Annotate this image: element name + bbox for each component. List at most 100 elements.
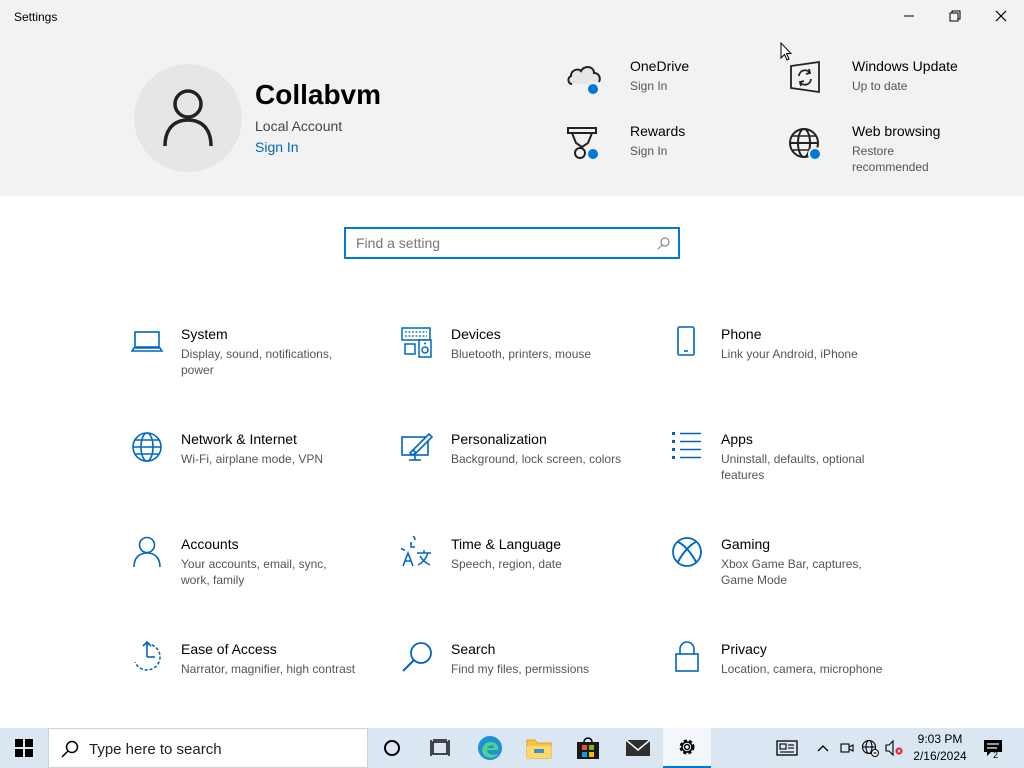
clock-date: 2/16/2024	[913, 749, 967, 763]
camera-icon	[840, 743, 854, 753]
taskbar-clock[interactable]: 9:03 PM 2/16/2024	[904, 731, 976, 765]
category-system[interactable]: System Display, sound, notifications, po…	[131, 326, 371, 396]
phone-icon	[677, 326, 695, 356]
edge-browser-icon	[478, 736, 502, 760]
category-devices[interactable]: Devices Bluetooth, printers, mouse	[401, 326, 641, 396]
category-description: Location, camera, microphone	[721, 662, 883, 676]
category-description: Find my files, permissions	[451, 662, 590, 676]
show-hidden-icons-button[interactable]	[813, 728, 833, 768]
news-widget-button[interactable]	[772, 728, 802, 768]
time-language-icon	[401, 536, 431, 567]
cortana-circle-icon	[384, 740, 400, 756]
category-description: Bluetooth, printers, mouse	[451, 347, 592, 361]
window-title: Settings	[14, 10, 58, 24]
settings-app-button[interactable]	[663, 728, 711, 768]
windows-logo-icon	[15, 739, 33, 757]
chevron-up-icon	[817, 745, 829, 752]
status-badge	[586, 82, 600, 96]
restore-button[interactable]	[932, 0, 978, 32]
file-explorer-button[interactable]	[515, 728, 563, 768]
category-title: Search	[451, 641, 496, 657]
category-description: Wi-Fi, airplane mode, VPN	[181, 452, 324, 466]
quick-item-title: Windows Update	[852, 58, 958, 74]
category-title: Accounts	[181, 536, 239, 552]
category-title: Network & Internet	[181, 431, 297, 447]
quick-item-subtitle: Up to date	[852, 79, 908, 93]
category-description: Link your Android, iPhone	[721, 347, 858, 361]
ease-of-access-icon	[134, 641, 161, 671]
category-title: Gaming	[721, 536, 771, 552]
quick-item-subtitle: Sign In	[630, 79, 668, 93]
category-ease-of-access[interactable]: Ease of Access Narrator, magnifier, high…	[131, 641, 371, 711]
user-name: Collabvm	[255, 79, 382, 110]
laptop-icon	[131, 331, 163, 352]
category-description: Xbox Game Bar, captures, Game Mode	[721, 557, 862, 587]
store-app-button[interactable]	[564, 728, 612, 768]
web-browsing-item[interactable]: Web browsing Restore recommended	[788, 123, 988, 179]
quick-item-subtitle: Restore recommended	[852, 144, 929, 174]
search-input[interactable]	[346, 235, 646, 251]
status-badge	[808, 147, 822, 161]
category-description: Uninstall, defaults, optional features	[721, 452, 865, 482]
news-icon	[776, 740, 798, 756]
volume-button[interactable]	[884, 728, 904, 768]
start-button[interactable]	[0, 728, 48, 768]
category-description: Narrator, magnifier, high contrast	[181, 662, 356, 676]
keyboard-speaker-icon	[401, 327, 432, 358]
search-icon[interactable]	[657, 237, 670, 250]
close-icon	[995, 10, 1007, 22]
onedrive-item[interactable]: OneDrive Sign In	[566, 58, 746, 102]
category-time-language[interactable]: Time & Language Speech, region, date	[401, 536, 641, 606]
account-type: Local Account	[255, 118, 343, 134]
category-apps[interactable]: Apps Uninstall, defaults, optional featu…	[671, 431, 911, 501]
cortana-button[interactable]	[368, 728, 416, 768]
category-title: System	[181, 326, 228, 342]
person-icon	[163, 89, 213, 147]
minimize-button[interactable]	[886, 0, 932, 32]
folder-icon	[526, 739, 552, 759]
category-title: Apps	[721, 431, 753, 447]
taskbar-search-box[interactable]: Type here to search	[48, 728, 368, 768]
mail-app-button[interactable]	[614, 728, 662, 768]
category-accounts[interactable]: Accounts Your accounts, email, sync, wor…	[131, 536, 371, 606]
category-title: Time & Language	[451, 536, 561, 552]
app-list-icon	[672, 432, 701, 459]
taskbar-search-text: Type here to search	[89, 741, 222, 758]
settings-search-box[interactable]	[344, 227, 680, 259]
lock-icon	[675, 641, 699, 672]
gear-icon	[679, 739, 695, 755]
edge-app-button[interactable]	[466, 728, 514, 768]
category-gaming[interactable]: Gaming Xbox Game Bar, captures, Game Mod…	[671, 536, 911, 606]
tray-meet-button[interactable]	[838, 728, 856, 768]
mouse-cursor-icon	[780, 42, 792, 61]
close-button[interactable]	[978, 0, 1024, 32]
category-search[interactable]: Search Find my files, permissions	[401, 641, 641, 711]
quick-item-title: Web browsing	[852, 123, 941, 139]
category-description: Speech, region, date	[451, 557, 562, 571]
notification-center-button[interactable]	[980, 728, 1006, 768]
status-badge	[586, 147, 600, 161]
minimize-icon	[904, 15, 914, 17]
quick-item-title: Rewards	[630, 123, 686, 139]
category-privacy[interactable]: Privacy Location, camera, microphone	[671, 641, 911, 711]
sign-in-link[interactable]: Sign In	[255, 139, 299, 155]
windows-update-item[interactable]: Windows Update Up to date	[788, 58, 988, 102]
category-title: Ease of Access	[181, 641, 277, 657]
network-globe-icon	[861, 739, 879, 757]
category-title: Privacy	[721, 641, 767, 657]
category-title: Phone	[721, 326, 762, 342]
category-personalization[interactable]: Personalization Background, lock screen,…	[401, 431, 641, 501]
magnifier-icon	[402, 642, 432, 672]
restore-icon	[949, 10, 961, 22]
globe-icon	[132, 432, 162, 462]
search-icon	[61, 740, 79, 758]
task-view-button[interactable]	[416, 728, 464, 768]
taskbar: Type here to search 9:03 PM 2/16/2024 2	[0, 728, 1024, 768]
quick-item-title: OneDrive	[630, 58, 690, 74]
avatar[interactable]	[134, 64, 242, 172]
network-status-button[interactable]	[860, 728, 880, 768]
category-phone[interactable]: Phone Link your Android, iPhone	[671, 326, 911, 396]
category-network-internet[interactable]: Network & Internet Wi-Fi, airplane mode,…	[131, 431, 371, 501]
person-icon	[133, 536, 161, 568]
rewards-item[interactable]: Rewards Sign In	[566, 123, 746, 167]
